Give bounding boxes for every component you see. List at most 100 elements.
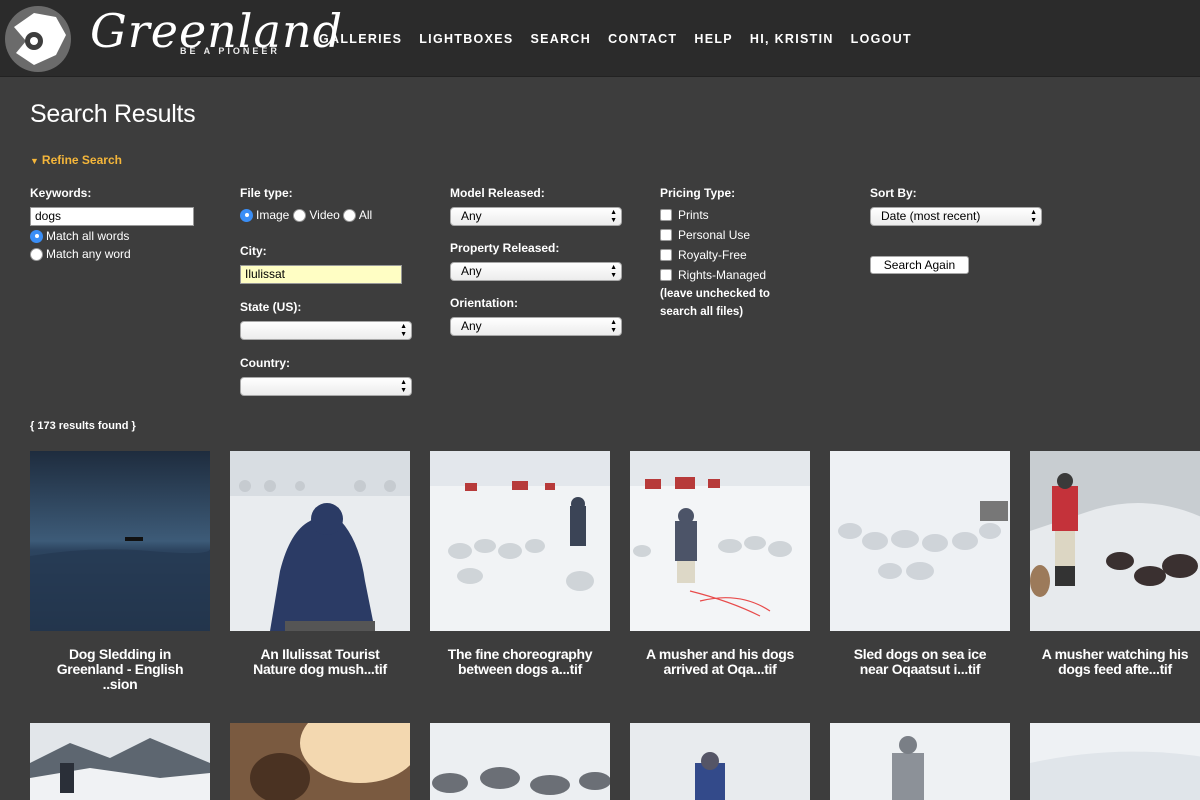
city-input[interactable]: Ilulissat (240, 265, 402, 284)
photo-mountain-musher (30, 723, 210, 800)
property-released-select[interactable]: Any ▲ ▼ (450, 262, 622, 281)
caption-line: between dogs a...tif (458, 661, 582, 677)
result-thumbnail[interactable] (430, 451, 610, 631)
match-any-label: Match any word (46, 247, 131, 261)
photo-musher-grey-hoodie (830, 723, 1010, 800)
result-caption[interactable]: Sled dogs on sea ice near Oqaatsut i...t… (830, 647, 1010, 677)
photo-musher-blue (630, 723, 810, 800)
caption-line: dogs feed afte...tif (1058, 661, 1172, 677)
sort-label: Sort By: (870, 186, 917, 200)
result-thumbnail[interactable] (630, 451, 810, 631)
result-thumbnail[interactable] (830, 723, 1010, 800)
country-select[interactable]: ▲ ▼ (240, 377, 412, 396)
personal-use-checkbox[interactable] (660, 229, 672, 241)
caption-line: The fine choreography (447, 646, 593, 662)
video-radio[interactable] (293, 208, 307, 222)
result-thumbnail[interactable] (830, 451, 1010, 631)
greenland-logo-icon[interactable] (4, 5, 72, 73)
match-all-radio[interactable] (30, 229, 43, 243)
result-caption[interactable]: A musher and his dogs arrived at Oqa...t… (630, 647, 810, 677)
nav-help[interactable]: HELP (694, 32, 733, 46)
nav-user-greeting[interactable]: HI, KRISTIN (750, 32, 834, 46)
nav-search[interactable]: SEARCH (531, 32, 592, 46)
property-released-value: Any (461, 264, 482, 278)
prints-checkbox[interactable] (660, 209, 672, 221)
all-radio[interactable] (342, 208, 356, 222)
top-bar: Greenland BE A PIONEER GALLERIES LIGHTBO… (0, 0, 1200, 77)
result-thumbnail[interactable] (1030, 451, 1200, 631)
match-all-option[interactable]: Match all words (30, 227, 194, 245)
result-thumbnail[interactable] (1030, 723, 1200, 800)
city-label: City: (240, 244, 267, 258)
photo-dog-team-village (430, 451, 610, 631)
nav-galleries[interactable]: GALLERIES (319, 32, 402, 46)
caption-line: arrived at Oqa...tif (663, 661, 777, 677)
select-arrows-icon: ▲ ▼ (610, 208, 617, 224)
refine-search-label: Refine Search (41, 153, 122, 167)
photo-musher-back (230, 451, 410, 631)
state-select[interactable]: ▲ ▼ (240, 321, 412, 340)
result-thumbnail[interactable] (430, 723, 610, 800)
nav-logout[interactable]: LOGOUT (851, 32, 912, 46)
select-arrows-icon: ▲ ▼ (610, 263, 617, 279)
pricing-group: Pricing Type: Prints Personal Use Royalt… (660, 186, 770, 321)
result-thumbnail[interactable] (230, 451, 410, 631)
result-caption[interactable]: Dog Sledding in Greenland - English ..si… (30, 647, 210, 692)
image-label: Image (256, 208, 290, 222)
photo-white-landscape (1030, 723, 1200, 800)
photo-musher-with-dogs (630, 451, 810, 631)
nav-lightboxes[interactable]: LIGHTBOXES (419, 32, 513, 46)
pricing-option-prints[interactable]: Prints (660, 205, 770, 225)
rights-managed-checkbox[interactable] (660, 269, 672, 281)
caption-line: Sled dogs on sea ice (853, 646, 987, 662)
match-any-radio[interactable] (30, 247, 43, 261)
keywords-input[interactable]: dogs (30, 207, 194, 226)
orientation-select[interactable]: Any ▲ ▼ (450, 317, 622, 336)
pricing-note-line1: (leave unchecked to (660, 288, 770, 300)
pricing-note: (leave unchecked to search all files) (660, 285, 770, 321)
search-again-button[interactable]: Search Again (870, 256, 969, 274)
result-caption[interactable]: The fine choreography between dogs a...t… (430, 647, 610, 677)
photo-sunlit-dogs (230, 723, 410, 800)
royalty-free-checkbox[interactable] (660, 249, 672, 261)
image-radio[interactable] (240, 208, 253, 222)
caption-line: ..sion (102, 676, 138, 692)
caption-line: A musher watching his (1041, 646, 1189, 662)
photo-dusk-snowfield (30, 451, 210, 631)
result-caption[interactable]: A musher watching his dogs feed afte...t… (1030, 647, 1200, 677)
result-caption[interactable]: An Ilulissat Tourist Nature dog mush...t… (230, 647, 410, 677)
select-arrows-icon: ▲ ▼ (610, 318, 617, 334)
brand-tagline: BE A PIONEER (180, 46, 280, 56)
match-any-option[interactable]: Match any word (30, 245, 194, 263)
royalty-free-label: Royalty-Free (678, 248, 747, 262)
photo-musher-red-jacket (1030, 451, 1200, 631)
results-count: { 173 results found } (30, 420, 136, 432)
model-released-select[interactable]: Any ▲ ▼ (450, 207, 622, 226)
photo-sled-dogs-sea-ice (830, 451, 1010, 631)
orientation-value: Any (461, 319, 482, 333)
nav-contact[interactable]: CONTACT (608, 32, 677, 46)
pricing-option-royalty[interactable]: Royalty-Free (660, 245, 770, 265)
refine-search-toggle[interactable]: ▼ Refine Search (30, 153, 122, 167)
keywords-label: Keywords: (30, 186, 92, 200)
result-thumbnail[interactable] (30, 451, 210, 631)
pricing-note-line2: search all files) (660, 306, 744, 318)
select-arrows-icon: ▲ ▼ (1030, 208, 1037, 224)
rights-managed-label: Rights-Managed (678, 268, 767, 282)
caption-line: near Oqaatsut i...tif (859, 661, 981, 677)
result-thumbnail[interactable] (230, 723, 410, 800)
keywords-group: Keywords: dogs Match all words Match any… (30, 186, 194, 263)
all-label: All (358, 208, 373, 222)
country-label: Country: (240, 356, 290, 370)
pricing-option-rights[interactable]: Rights-Managed (660, 265, 770, 285)
file-type-label: File type: (240, 186, 293, 200)
select-arrows-icon: ▲ ▼ (400, 378, 407, 394)
triangle-down-icon: ▼ (30, 156, 39, 166)
result-thumbnail[interactable] (30, 723, 210, 800)
property-released-label: Property Released: (450, 241, 560, 255)
sort-select[interactable]: Date (most recent) ▲ ▼ (870, 207, 1042, 226)
result-thumbnail[interactable] (630, 723, 810, 800)
pricing-option-personal[interactable]: Personal Use (660, 225, 770, 245)
release-group: Model Released: Any ▲ ▼ Property Released… (450, 186, 622, 336)
match-all-label: Match all words (46, 229, 130, 243)
